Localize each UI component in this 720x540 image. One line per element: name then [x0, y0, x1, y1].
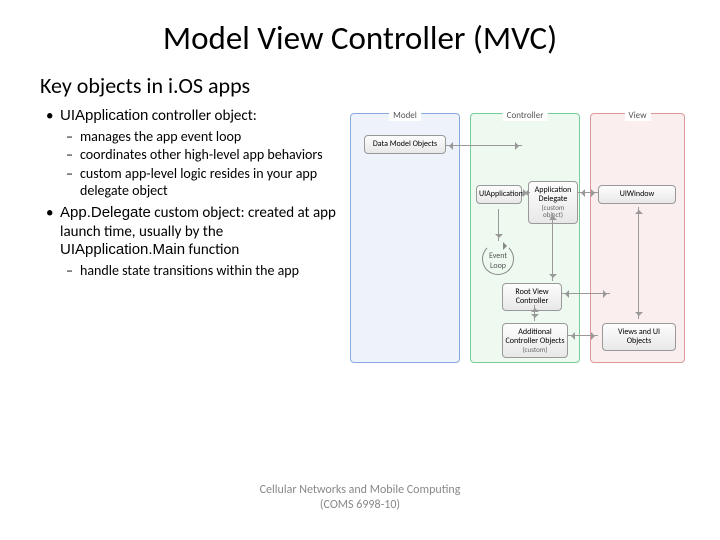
- controller-label: Controller: [503, 110, 548, 121]
- bullet-appdelegate: • App.Delegate custom object: created at…: [46, 204, 340, 260]
- sub-bullet: – custom app-level logic resides in your…: [66, 165, 340, 200]
- code-appdelegate: App.Delegate: [60, 204, 151, 221]
- node-uiapplication: UIApplication: [476, 185, 522, 204]
- diagram-column: Model Controller View Data Model Objects…: [350, 105, 690, 373]
- sub-bullet-text: manages the app event loop: [80, 128, 340, 146]
- arrow-rootvc-views: [562, 293, 610, 294]
- sub-bullet-text: handle state transitions within the app: [80, 262, 340, 280]
- node-uiwindow: UIWindow: [598, 185, 676, 204]
- code-uiapplication: UIApplication: [60, 107, 148, 124]
- sub-bullet: – manages the app event loop: [66, 128, 340, 146]
- event-loop-label: Event Loop: [481, 251, 515, 271]
- footer-line2: (COMS 6998-10): [0, 498, 720, 512]
- mvc-diagram: Model Controller View Data Model Objects…: [350, 113, 690, 373]
- bullet-dot-icon: •: [46, 107, 60, 126]
- bullet-tail2: function: [185, 241, 239, 259]
- bullet-dot-icon: •: [46, 204, 60, 260]
- arrow-uiapp-eventloop: [498, 209, 499, 241]
- slide-footer: Cellular Networks and Mobile Computing (…: [0, 483, 720, 512]
- content-row: • UIApplication controller object: – man…: [40, 105, 680, 373]
- dash-icon: –: [66, 165, 80, 200]
- slide: Model View Controller (MVC) Key objects …: [0, 0, 720, 373]
- view-label: View: [624, 110, 650, 121]
- arrow-uiwindow-views: [638, 207, 639, 319]
- bullet-tail: controller object:: [148, 107, 256, 125]
- bullet-text: App.Delegate custom object: created at a…: [60, 204, 340, 260]
- arrow-model-controller: [446, 145, 522, 146]
- node-views-and-ui-objects: Views and UI Objects: [602, 323, 676, 351]
- node-additional-controller-objects: Additional Controller Objects (custom): [502, 323, 568, 358]
- bullet-uiapplication: • UIApplication controller object:: [46, 107, 340, 126]
- arrow-delegate-uiwindow: [578, 192, 598, 193]
- arrow-controllers-views: [568, 335, 598, 336]
- sub-bullet: – coordinates other high-level app behav…: [66, 146, 340, 164]
- sub-bullet-text: coordinates other high-level app behavio…: [80, 146, 340, 164]
- bullet-text: UIApplication controller object:: [60, 107, 340, 126]
- footer-line1: Cellular Networks and Mobile Computing: [0, 483, 720, 497]
- code-uiapplication-main: UIApplication.Main: [60, 241, 185, 258]
- arrow-rootvc-additional: [534, 305, 535, 321]
- sub-bullet: – handle state transitions within the ap…: [66, 262, 340, 280]
- sub-bullet-text: custom app-level logic resides in your a…: [80, 165, 340, 200]
- text-column: • UIApplication controller object: – man…: [40, 105, 340, 373]
- dash-icon: –: [66, 128, 80, 146]
- node-additional-controllers-sub: (custom): [505, 346, 565, 354]
- node-data-model-objects: Data Model Objects: [364, 135, 446, 154]
- dash-icon: –: [66, 262, 80, 280]
- arrow-uiapp-delegate: [522, 192, 530, 193]
- arrow-delegate-rootvc: [552, 213, 553, 281]
- dash-icon: –: [66, 146, 80, 164]
- node-application-delegate-title: Application Delegate: [531, 186, 575, 204]
- node-additional-controllers-title: Additional Controller Objects: [505, 328, 565, 346]
- model-label: Model: [389, 110, 421, 121]
- slide-subtitle: Key objects in i.OS apps: [40, 72, 680, 99]
- slide-title: Model View Controller (MVC): [40, 18, 680, 58]
